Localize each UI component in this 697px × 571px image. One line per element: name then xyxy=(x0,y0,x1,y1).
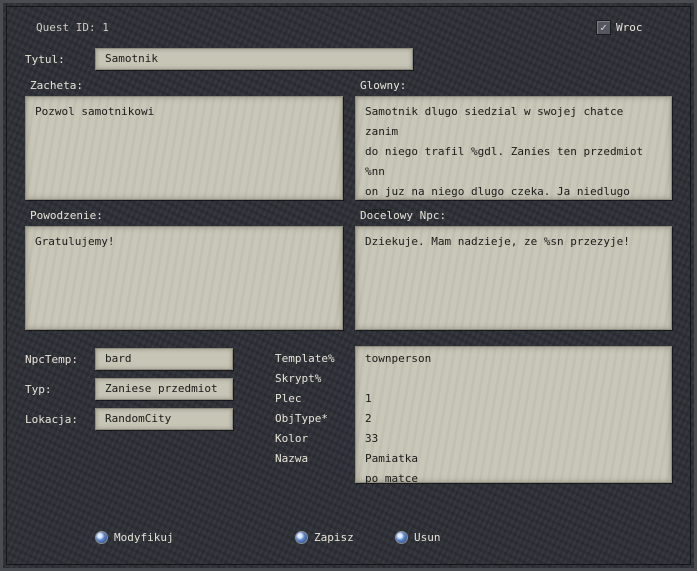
gem-icon xyxy=(95,531,108,544)
back-label[interactable]: Wroc xyxy=(616,21,643,34)
gem-icon xyxy=(295,531,308,544)
back-checkbox[interactable]: ✓ xyxy=(596,20,611,35)
powodzenie-textarea[interactable]: Gratulujemy! xyxy=(25,226,343,330)
docelowy-npc-label: Docelowy Npc: xyxy=(360,209,447,222)
gem-icon xyxy=(395,531,408,544)
glowny-textarea[interactable]: Samotnik dlugo siedzial w swojej chatce … xyxy=(355,96,672,238)
property-key: Template% xyxy=(275,352,335,365)
delete-button-label: Usun xyxy=(414,531,441,544)
property-key: ObjType* xyxy=(275,412,328,425)
npctemp-label: NpcTemp: xyxy=(25,353,78,366)
zacheta-textarea[interactable]: Pozwol samotnikowi xyxy=(25,96,343,200)
property-key: Nazwa xyxy=(275,452,309,465)
property-value[interactable]: Pamiatka po matce xyxy=(365,449,418,489)
property-key: Plec xyxy=(275,392,302,405)
title-input[interactable]: Samotnik xyxy=(95,48,413,70)
quest-id-label: Quest ID: 1 xyxy=(36,21,109,34)
property-key: Skrypt% xyxy=(275,372,322,385)
glowny-label: Glowny: xyxy=(360,79,407,92)
title-label: Tytul: xyxy=(25,53,65,66)
zacheta-label: Zacheta: xyxy=(30,79,83,92)
save-button-label: Zapisz xyxy=(314,531,354,544)
lokacja-label: Lokacja: xyxy=(25,413,78,426)
property-key: Kolor xyxy=(275,432,309,445)
powodzenie-label: Powodzenie: xyxy=(30,209,103,222)
delete-button[interactable]: Usun xyxy=(395,531,441,544)
property-value[interactable]: 33 xyxy=(365,429,378,449)
modify-button[interactable]: Modyfikuj xyxy=(95,531,174,544)
modify-button-label: Modyfikuj xyxy=(114,531,174,544)
npctemp-input[interactable]: bard xyxy=(95,348,233,370)
typ-label: Typ: xyxy=(25,383,52,396)
typ-input[interactable]: Zaniese przedmiot xyxy=(95,378,233,400)
lokacja-input[interactable]: RandomCity xyxy=(95,408,233,430)
property-value[interactable]: 1 xyxy=(365,389,372,409)
property-value[interactable]: 2 xyxy=(365,409,372,429)
docelowy-npc-textarea[interactable]: Dziekuje. Mam nadzieje, ze %sn przezyje! xyxy=(355,226,672,330)
save-button[interactable]: Zapisz xyxy=(295,531,354,544)
property-value[interactable]: townperson xyxy=(365,349,431,369)
quest-window: Quest ID: 1 ✓ Wroc Tytul: Samotnik Zache… xyxy=(0,0,697,571)
